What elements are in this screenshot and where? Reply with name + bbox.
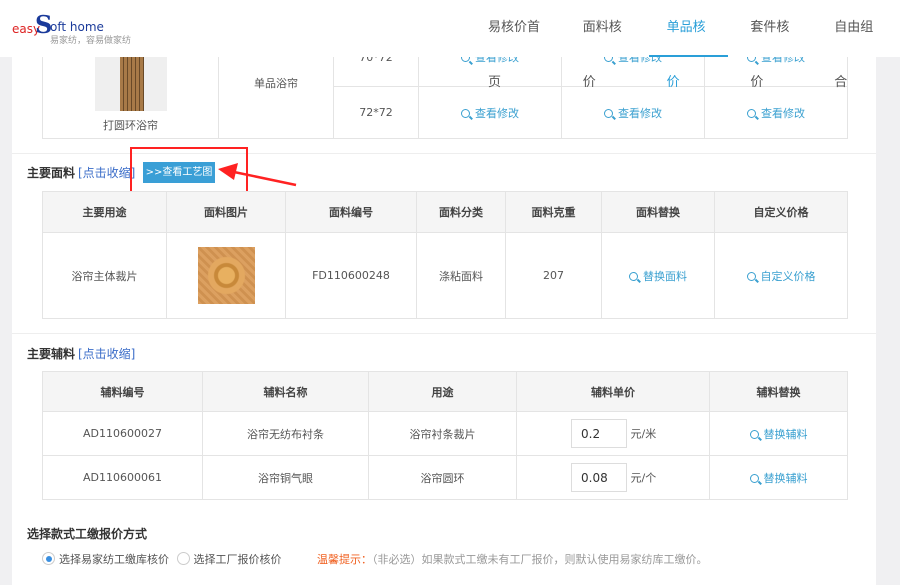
radio-unchecked-icon (176, 552, 190, 565)
aux-name: 浴帘铜气眼 (202, 455, 369, 500)
column-header: 辅料替换 (709, 371, 848, 412)
aux-price-input[interactable] (571, 463, 627, 492)
table-row: AD110600027 浴帘无纺布衬条 浴帘衬条裁片 元/米 替换辅料 (42, 411, 848, 456)
column-header: 面料替换 (601, 191, 715, 233)
aux-code: AD110600061 (42, 455, 203, 500)
aux-price-input[interactable] (571, 419, 627, 448)
table-row: 浴帘主体裁片 FD110600248 涤粘面料 207 替换面料 自定义价格 (42, 232, 848, 319)
radio-option-factory[interactable]: 选择工厂报价核价 (176, 552, 282, 566)
logo[interactable]: easy S oft home 易家纺，容易做家纺 (12, 10, 142, 48)
magnifier-icon (749, 473, 759, 483)
aux-section-title: 主要辅料 (27, 347, 76, 361)
pricing-options: 选择易家纺工缴库核价 选择工厂报价核价 温馨提示：（非必选）如果款式工缴未有工厂… (42, 551, 708, 567)
nav-fabric-pricing[interactable]: 面料核价 (565, 0, 645, 90)
column-header: 辅料编号 (42, 371, 203, 412)
divider (12, 333, 876, 334)
nav-single-pricing[interactable]: 单品核价 (648, 0, 729, 90)
replace-aux-link[interactable]: 替换辅料 (709, 411, 848, 456)
aux-use: 浴帘衬条裁片 (368, 411, 517, 456)
aux-code: AD110600027 (42, 411, 203, 456)
aux-table: 辅料编号 辅料名称 用途 辅料单价 辅料替换 AD110600027 浴帘无纺布… (42, 371, 848, 500)
logo-tagline: 易家纺，容易做家纺 (50, 36, 132, 46)
column-header: 用途 (368, 371, 517, 412)
replace-aux-link[interactable]: 替换辅料 (709, 455, 848, 500)
arrow-icon (218, 163, 297, 187)
column-header: 面料克重 (505, 191, 602, 233)
logo-text: oft home (50, 20, 104, 34)
main-nav: 易核价首页 面料核价 单品核价 套件核价 自由组合 (470, 0, 900, 90)
aux-use: 浴帘圆环 (368, 455, 517, 500)
fabric-code: FD110600248 (285, 232, 417, 319)
product-name: 打圆环浴帘 (103, 119, 158, 132)
magnifier-icon (749, 429, 759, 439)
fabric-use: 浴帘主体裁片 (42, 232, 167, 319)
fabric-collapse-toggle[interactable]: [点击收缩] (78, 164, 135, 181)
fabric-image-cell (166, 232, 286, 319)
unit-label: 元/个 (630, 471, 657, 485)
column-header: 辅料名称 (202, 371, 369, 412)
content-panel: 打圆环浴帘 单品浴帘 70*72 查看修改 查看修改 查看修改 72*72 查看… (12, 27, 876, 585)
radio-option-library[interactable]: 选择易家纺工缴库核价 (42, 552, 169, 566)
header: easy S oft home 易家纺，容易做家纺 易核价首页 面料核价 单品核… (0, 0, 900, 90)
column-header: 面料分类 (416, 191, 506, 233)
unit-label: 元/米 (630, 427, 657, 441)
fabric-category: 涤粘面料 (416, 232, 506, 319)
size-cell: 72*72 (333, 86, 419, 139)
fabric-weight: 207 (505, 232, 602, 319)
column-header: 辅料单价 (516, 371, 710, 412)
nav-free-combo[interactable]: 自由组合 (816, 0, 896, 90)
fabric-section-title: 主要面料 (27, 166, 76, 180)
fabric-table: 主要用途 面料图片 面料编号 面料分类 面料克重 面料替换 自定义价格 浴帘主体… (42, 191, 848, 319)
tip-label: 温馨提示： (317, 553, 372, 566)
custom-price-link[interactable]: 自定义价格 (714, 232, 848, 319)
aux-name: 浴帘无纺布衬条 (202, 411, 369, 456)
table-row: AD110600061 浴帘铜气眼 浴帘圆环 元/个 替换辅料 (42, 455, 848, 500)
aux-collapse-toggle[interactable]: [点击收缩] (78, 345, 135, 362)
column-header: 面料图片 (166, 191, 286, 233)
tip-text: （非必选）如果款式工缴未有工厂报价，则默认使用易家纺库工缴价。 (372, 553, 708, 566)
column-header: 面料编号 (285, 191, 417, 233)
magnifier-icon (461, 108, 470, 118)
nav-home[interactable]: 易核价首页 (470, 0, 561, 90)
view-edit-link[interactable]: 查看修改 (704, 86, 848, 139)
column-header: 主要用途 (42, 191, 167, 233)
magnifier-icon (746, 271, 756, 281)
magnifier-icon (629, 271, 638, 281)
radio-checked-icon (42, 552, 55, 565)
pricing-method-title: 选择款式工缴报价方式 (27, 527, 148, 541)
replace-fabric-link[interactable]: 替换面料 (601, 232, 715, 319)
nav-set-pricing[interactable]: 套件核价 (732, 0, 812, 90)
fabric-image[interactable] (197, 247, 255, 304)
magnifier-icon (604, 108, 613, 118)
column-header: 自定义价格 (714, 191, 848, 233)
